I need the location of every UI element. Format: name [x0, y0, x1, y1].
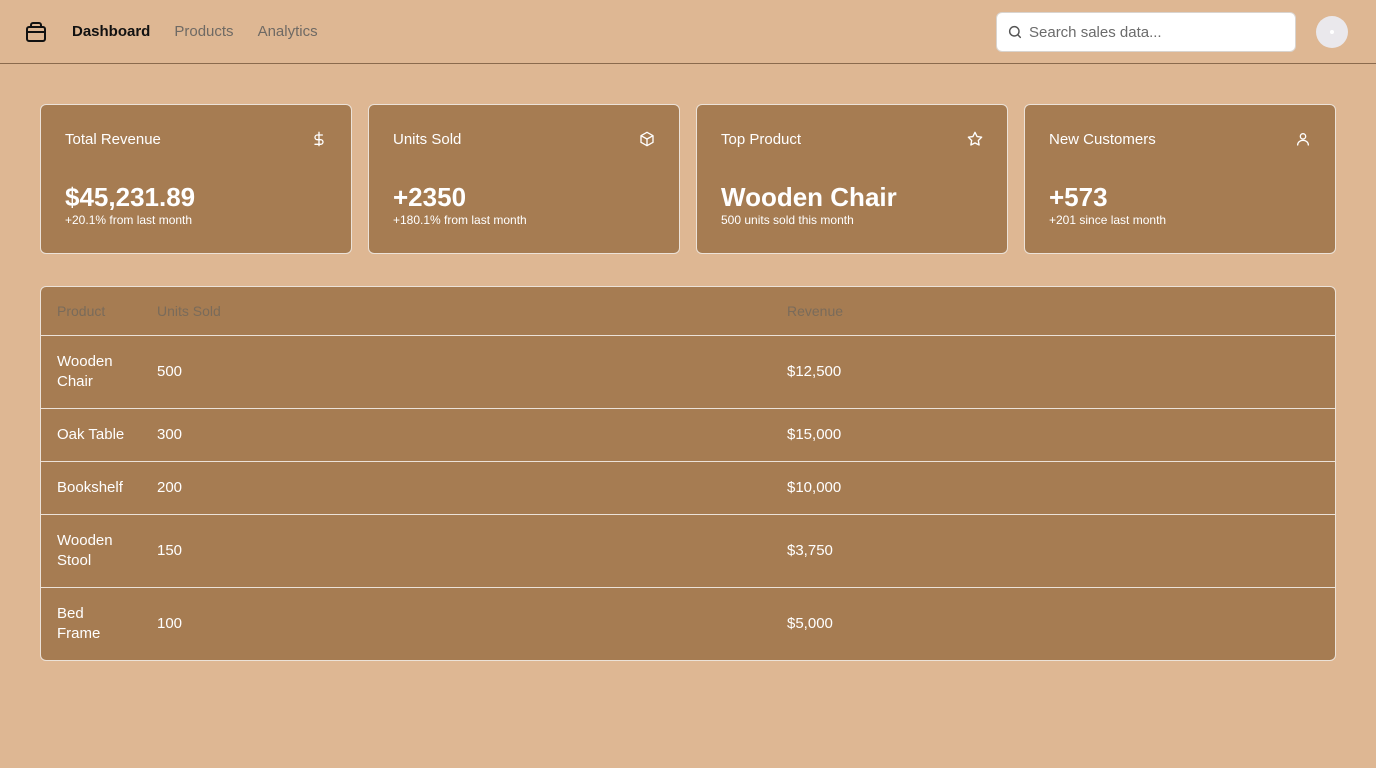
card-subtext: 500 units sold this month	[721, 213, 854, 227]
card-title: Total Revenue	[65, 131, 161, 148]
nav-products[interactable]: Products	[174, 23, 233, 40]
cell-product: Bed Frame	[57, 605, 101, 642]
cell-units: 150	[157, 542, 183, 559]
card-subtext: +20.1% from last month	[65, 213, 193, 227]
column-header-units[interactable]: Units Sold	[157, 303, 221, 319]
user-avatar[interactable]	[1316, 16, 1348, 48]
table-row[interactable]: Oak Table 300 $15,000	[41, 409, 1335, 462]
card-subtext: +180.1% from last month	[393, 213, 527, 227]
column-header-revenue[interactable]: Revenue	[787, 303, 843, 319]
card-title: Units Sold	[393, 131, 462, 148]
cell-units: 200	[157, 479, 183, 496]
cell-revenue: $10,000	[787, 479, 842, 496]
card-top-product: Top Product Wooden Chair 500 units sold …	[696, 104, 1008, 254]
user-icon	[1297, 133, 1309, 146]
card-subtext: +201 since last month	[1049, 213, 1167, 227]
stats-cards: Total Revenue $45,231.89 +20.1% from las…	[40, 104, 1336, 254]
column-header-product[interactable]: Product	[57, 303, 105, 319]
cell-product: Bookshelf	[57, 479, 123, 496]
cell-revenue: $12,500	[787, 363, 842, 380]
top-header: Dashboard Products Analytics	[0, 0, 1376, 64]
card-value: +2350	[393, 182, 467, 212]
cell-product: Oak Table	[57, 426, 125, 443]
table-row[interactable]: Bed Frame 100 $5,000	[41, 588, 1335, 660]
nav-dashboard[interactable]: Dashboard	[72, 23, 150, 40]
card-title: New Customers	[1049, 131, 1156, 148]
card-value: $45,231.89	[65, 182, 196, 212]
sales-table: Product Units Sold Revenue Wooden Chair …	[40, 286, 1336, 661]
cell-product: Wooden Stool	[57, 532, 113, 569]
card-total-revenue: Total Revenue $45,231.89 +20.1% from las…	[40, 104, 352, 254]
card-new-customers: New Customers +573 +201 since last month	[1024, 104, 1336, 254]
main-nav: Dashboard Products Analytics	[72, 0, 318, 63]
search-icon	[1008, 25, 1022, 39]
card-title: Top Product	[721, 131, 802, 148]
star-icon	[967, 131, 983, 146]
card-value: Wooden Chair	[721, 182, 897, 212]
cell-units: 100	[157, 615, 183, 632]
search-box	[996, 12, 1296, 52]
cell-units: 500	[157, 363, 183, 380]
table-header: Product Units Sold Revenue	[41, 287, 1335, 336]
search-input[interactable]	[1029, 13, 1287, 51]
package-logo-icon[interactable]	[24, 20, 48, 44]
table-row[interactable]: Bookshelf 200 $10,000	[41, 462, 1335, 515]
card-value: +573	[1049, 182, 1108, 212]
cell-product: Wooden Chair	[57, 353, 113, 390]
table-row[interactable]: Wooden Stool 150 $3,750	[41, 515, 1335, 588]
box-icon	[640, 131, 654, 147]
dollar-icon	[314, 131, 324, 147]
table-row[interactable]: Wooden Chair 500 $12,500	[41, 336, 1335, 409]
cell-revenue: $15,000	[787, 426, 842, 443]
cell-units: 300	[157, 426, 183, 443]
cell-revenue: $5,000	[787, 615, 833, 632]
cell-revenue: $3,750	[787, 542, 833, 559]
nav-analytics[interactable]: Analytics	[258, 23, 318, 40]
card-units-sold: Units Sold +2350 +180.1% from last month	[368, 104, 680, 254]
